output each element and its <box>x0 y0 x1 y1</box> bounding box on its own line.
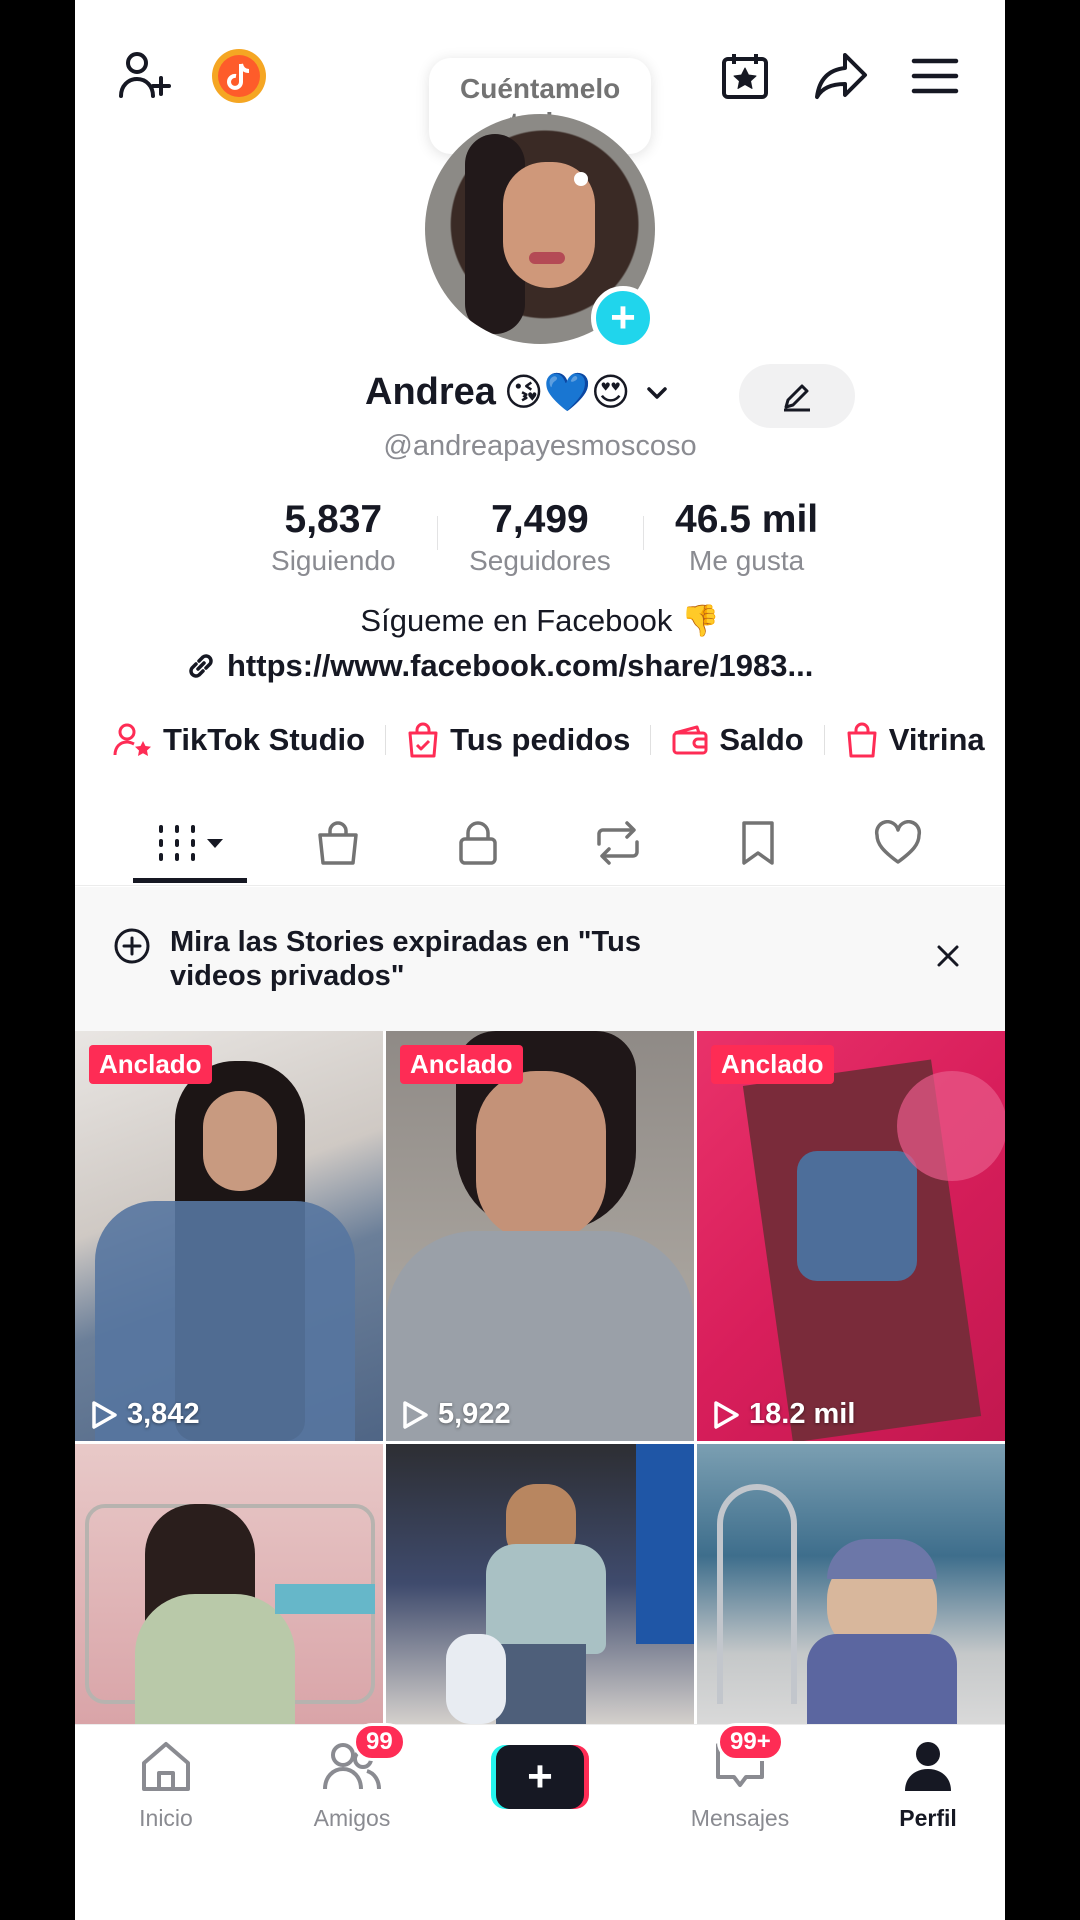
menu-icon[interactable] <box>905 46 965 106</box>
stat-value: 7,499 <box>491 498 589 541</box>
person-star-icon <box>113 723 151 756</box>
banner-text: Mira las Stories expiradas en "Tus video… <box>170 926 641 992</box>
view-count-text: 3,842 <box>127 1398 200 1430</box>
pinned-badge: Anclado <box>89 1045 212 1084</box>
display-name: Andrea <box>365 371 496 413</box>
link-icon <box>189 654 213 678</box>
tab-reposts[interactable] <box>573 800 663 886</box>
wallet-icon <box>672 725 708 755</box>
videos-grid-icon <box>159 825 223 861</box>
view-count: 5,922 <box>400 1398 511 1431</box>
video-thumbnail[interactable] <box>75 1444 383 1724</box>
stat-value: 5,837 <box>284 498 383 541</box>
stat-following[interactable]: 5,837 Siguiendo <box>230 496 437 578</box>
home-icon <box>142 1742 190 1791</box>
tab-shop[interactable] <box>293 800 383 886</box>
shortcut-label: Tus pedidos <box>450 722 631 757</box>
messages-badge: 99+ <box>717 1723 784 1761</box>
tooltip-dot <box>574 172 588 186</box>
pinned-badge: Anclado <box>711 1045 834 1084</box>
play-icon <box>714 1400 739 1429</box>
nav-profile[interactable]: Perfil <box>853 1739 1003 1832</box>
shortcut-label: Vitrina <box>888 722 985 757</box>
private-lock-icon <box>459 821 497 865</box>
shop-icon <box>318 821 358 865</box>
stat-label: Seguidores <box>469 545 611 576</box>
shortcut-label: TikTok Studio <box>163 722 366 757</box>
tiktok-coin-icon[interactable] <box>209 46 269 106</box>
video-thumbnail[interactable]: Anclado 5,922 <box>386 1031 694 1441</box>
stat-followers[interactable]: 7,499 Seguidores <box>436 496 644 578</box>
video-thumbnail[interactable] <box>386 1444 694 1724</box>
create-button[interactable]: + <box>491 1745 589 1809</box>
shortcut-tiktok-studio[interactable]: TikTok Studio <box>113 722 365 758</box>
add-story-button[interactable]: + <box>591 286 655 350</box>
bio-link[interactable]: https://www.facebook.com/share/1983... <box>183 648 813 684</box>
calendar-star-icon[interactable] <box>715 46 775 106</box>
share-icon[interactable] <box>811 46 871 106</box>
username-handle: @andreapayesmoscoso <box>383 430 697 462</box>
plus-icon: + <box>496 1745 584 1809</box>
shortcut-balance[interactable]: Saldo <box>671 722 804 758</box>
view-count: 18.2 mil <box>711 1398 855 1431</box>
stat-value: 46.5 mil <box>675 498 819 541</box>
profile-person-icon <box>905 1742 951 1791</box>
nav-home[interactable]: Inicio <box>91 1739 241 1832</box>
video-thumbnail[interactable]: Anclado 18.2 mil <box>697 1031 1005 1441</box>
tab-favorites[interactable] <box>713 800 803 886</box>
stat-likes[interactable]: 46.5 mil Me gusta <box>643 496 850 578</box>
pencil-icon <box>784 384 810 412</box>
bottom-nav: Inicio Amigos 99 + Mensajes 99+ Perfil <box>75 1723 1005 1834</box>
profile-tabs <box>75 800 1005 886</box>
view-count-text: 18.2 mil <box>749 1398 856 1430</box>
video-thumbnail[interactable]: Anclado 3,842 <box>75 1031 383 1441</box>
profile-name-row[interactable]: Andrea 😘💙😍 <box>365 370 668 415</box>
play-icon <box>403 1400 428 1429</box>
view-count: 3,842 <box>89 1398 200 1431</box>
edit-profile-button[interactable] <box>739 364 855 428</box>
chevron-down-icon[interactable] <box>646 382 668 404</box>
stat-label: Me gusta <box>689 545 805 576</box>
nav-label: Amigos <box>313 1805 391 1831</box>
repost-icon <box>597 821 639 865</box>
close-icon[interactable] <box>935 943 961 969</box>
tab-private[interactable] <box>433 800 523 886</box>
nav-label: Inicio <box>139 1805 193 1831</box>
shortcut-orders[interactable]: Tus pedidos <box>406 722 630 758</box>
story-plus-icon <box>114 928 150 964</box>
nav-label: Mensajes <box>690 1805 790 1831</box>
stories-banner[interactable]: Mira las Stories expiradas en "Tus video… <box>75 887 1005 1031</box>
liked-heart-icon <box>874 820 922 864</box>
shortcut-label: Saldo <box>719 722 804 757</box>
profile-screen: Cuéntamelo todo + Andrea 😘💙😍 @andreapaye… <box>75 0 1005 1920</box>
tab-videos[interactable] <box>143 800 243 886</box>
view-count-text: 5,922 <box>438 1398 511 1430</box>
nav-friends[interactable]: Amigos <box>277 1739 427 1832</box>
stat-label: Siguiendo <box>271 545 396 576</box>
profile-stats: 5,837 Siguiendo 7,499 Seguidores 46.5 mi… <box>230 496 850 578</box>
pinned-badge: Anclado <box>400 1045 523 1084</box>
add-friend-icon[interactable] <box>113 46 177 106</box>
friends-badge: 99 <box>353 1723 406 1761</box>
name-emojis: 😘💙😍 <box>503 370 631 414</box>
tab-liked[interactable] <box>853 800 943 886</box>
bio-text: Sígueme en Facebook 👎 <box>360 603 720 638</box>
shopping-bag-icon <box>847 722 877 758</box>
bio-link-text: https://www.facebook.com/share/1983... <box>227 648 814 683</box>
video-thumbnail[interactable] <box>697 1444 1005 1724</box>
nav-label: Perfil <box>899 1805 957 1831</box>
tab-active-indicator <box>133 878 247 883</box>
bag-check-icon <box>408 722 438 758</box>
play-icon <box>92 1400 117 1429</box>
shortcut-row: TikTok Studio Tus pedidos Saldo Vitrina <box>113 722 985 758</box>
shortcut-showcase[interactable]: Vitrina <box>845 722 985 758</box>
favorites-bookmark-icon <box>742 821 774 865</box>
